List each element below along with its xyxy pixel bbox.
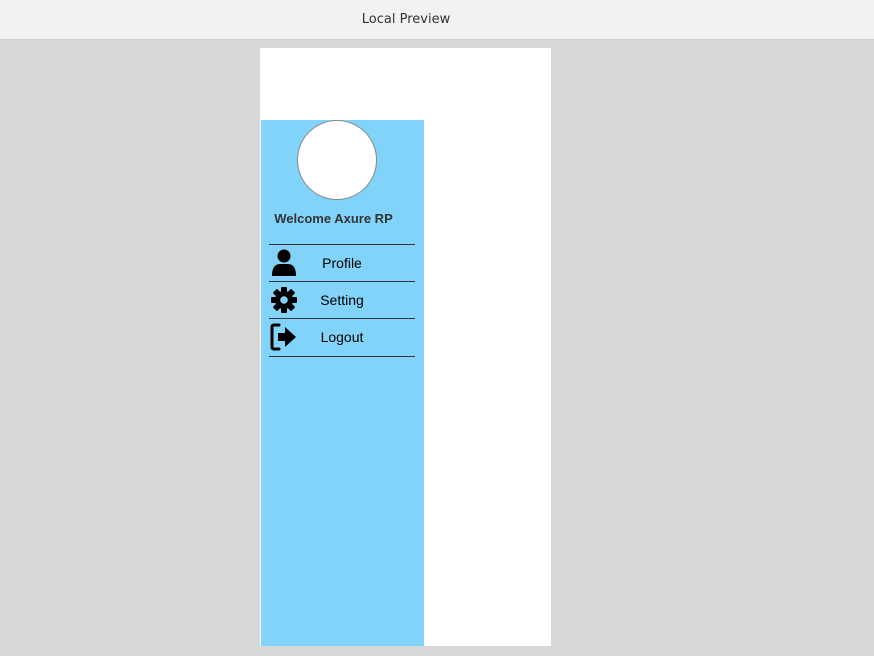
window-title: Local Preview <box>361 12 451 27</box>
sidebar-panel: Welcome Axure RP Profile Setting Logout <box>261 120 424 646</box>
gear-icon <box>269 286 299 314</box>
user-icon <box>269 249 299 277</box>
preview-canvas: Welcome Axure RP Profile Setting Logout <box>260 48 551 646</box>
sidebar-item-setting[interactable]: Setting <box>269 281 415 318</box>
sidebar-item-label: Logout <box>320 329 364 345</box>
sidebar-item-label: Profile <box>322 255 362 271</box>
avatar[interactable] <box>297 120 377 200</box>
welcome-text: Welcome Axure RP <box>274 211 393 226</box>
sidebar-item-profile[interactable]: Profile <box>269 244 415 281</box>
logout-icon <box>269 323 299 351</box>
sidebar-item-label: Setting <box>320 292 364 308</box>
sidebar-menu: Profile Setting Logout <box>269 244 415 357</box>
sidebar-item-logout[interactable]: Logout <box>269 318 415 357</box>
window-titlebar: Local Preview <box>0 0 874 40</box>
